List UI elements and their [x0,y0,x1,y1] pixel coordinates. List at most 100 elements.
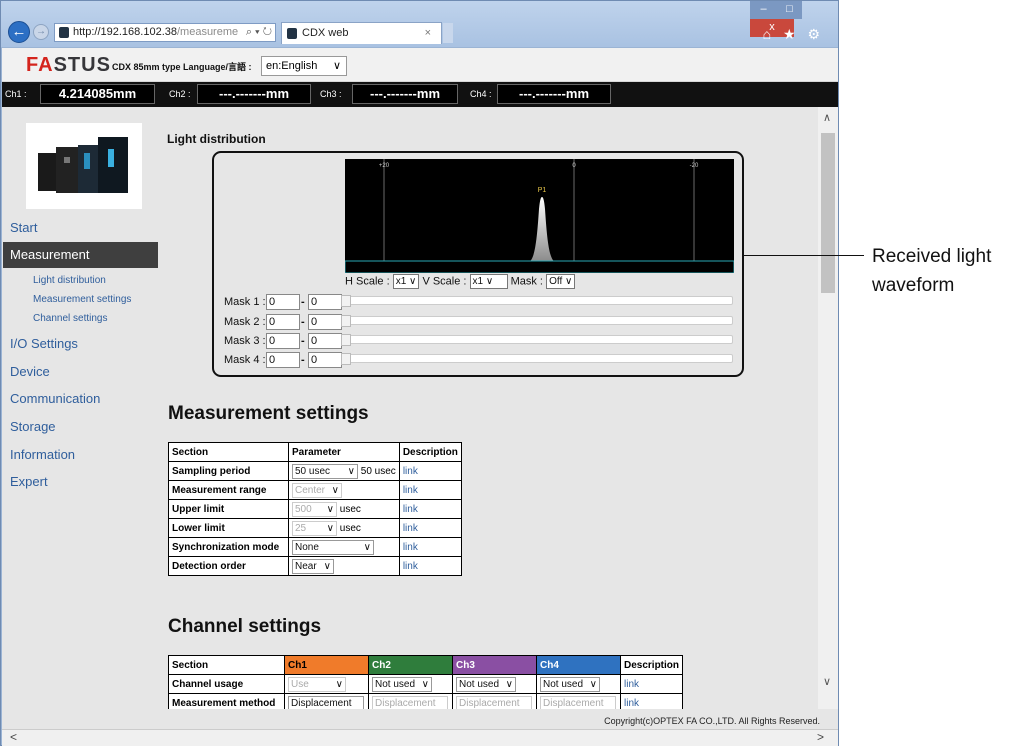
mask-row-1: Mask 1 : 0 - 0 [224,294,733,310]
minimize-button[interactable]: – [750,1,777,19]
sampling-period-select[interactable]: 50 usec ∨ [292,463,358,479]
copyright-footer: Copyright(c)OPTEX FA CO.,LTD. All Rights… [158,709,838,729]
mask2-slider[interactable] [341,315,733,327]
h-scale-select[interactable]: x1 ∨ [392,274,420,289]
ch4-label: Ch4 : [470,89,492,99]
scale-controls: H Scale : x1 ∨ V Scale : x1 ∨ Mask : Off… [345,274,576,289]
mask3-from-input[interactable]: 0 [266,333,300,349]
ch1-value: 4.214085mm [40,84,155,104]
ch4-usage-select[interactable]: Not used ∨ [540,676,600,692]
mask1-slider[interactable] [341,295,733,307]
browser-window: ← → http://192.168.102.38/measureme ⌕ ▾ … [0,0,839,746]
new-tab-button[interactable] [443,23,453,43]
mask3-to-input[interactable]: 0 [308,333,342,349]
favicon-icon [59,27,69,38]
page-header: FASTUS CDX 85mm type Language/言語 : en:En… [2,48,838,82]
measurement-range-select[interactable]: Center ∨ [292,482,342,498]
upper-limit-select[interactable]: 500 ∨ [292,501,337,517]
tab-cdx-web[interactable]: CDX web × [281,22,442,44]
mask1-from-input[interactable]: 0 [266,294,300,310]
link[interactable]: link [403,504,418,515]
waveform-display: +20 0 -20 P1 [344,159,735,274]
maximize-button[interactable]: □ [777,1,802,19]
sidebar-item-io-settings[interactable]: I/O Settings [10,336,78,351]
axis-tick-minus20: -20 [690,163,699,169]
sidebar-item-communication[interactable]: Communication [10,391,100,406]
link[interactable]: link [624,698,639,709]
mask4-from-input[interactable]: 0 [266,352,300,368]
ch1-method-select[interactable]: Displacement [288,695,364,709]
detection-order-select[interactable]: Near ∨ [292,558,334,574]
annotation-leader-line [742,255,864,256]
link[interactable]: link [403,485,418,496]
scroll-right-icon[interactable]: > [817,730,824,744]
scroll-left-icon[interactable]: < [10,730,17,744]
address-tools-icon[interactable]: ⌕ ▾ ↻ [243,24,272,41]
sidebar-item-expert[interactable]: Expert [10,474,48,489]
link[interactable]: link [403,466,418,477]
sidebar-item-start[interactable]: Start [10,220,37,235]
model-text: CDX 85mm type Language/言語 : [112,62,252,72]
annotation-label: Received light waveform [872,246,992,296]
tab-close-icon[interactable]: × [425,23,431,43]
language-select[interactable]: en:English ∨ [261,56,347,76]
link[interactable]: link [403,542,418,553]
ch2-usage-select[interactable]: Not used ∨ [372,676,432,692]
mask-row-3: Mask 3 : 0 - 0 [224,333,733,349]
link[interactable]: link [403,523,418,534]
mask-row-2: Mask 2 : 0 - 0 [224,314,733,330]
mask2-from-input[interactable]: 0 [266,314,300,330]
mask4-to-input[interactable]: 0 [308,352,342,368]
ch3-usage-select[interactable]: Not used ∨ [456,676,516,692]
title-bar: ← → http://192.168.102.38/measureme ⌕ ▾ … [1,1,838,47]
table-row: Sampling period 50 usec ∨ 50 usec link [168,461,462,481]
sidebar-item-measurement[interactable]: Measurement [3,242,158,268]
ch2-method-select[interactable]: Displacement [372,695,448,709]
ch3-method-select[interactable]: Displacement [456,695,532,709]
col-header-ch4: Ch4 [536,655,621,675]
link[interactable]: link [403,561,418,572]
synchronization-mode-select[interactable]: None ∨ [292,539,374,555]
back-button[interactable]: ← [8,21,30,43]
forward-button[interactable]: → [33,24,49,40]
mask-select[interactable]: Off ∨ [546,274,576,289]
sidebar-item-device[interactable]: Device [10,364,50,379]
mask2-to-input[interactable]: 0 [308,314,342,330]
sidebar-subitem-channel-settings[interactable]: Channel settings [33,313,108,324]
sidebar-item-information[interactable]: Information [10,447,75,462]
channel-settings-title: Channel settings [168,616,322,637]
table-row: Channel usage Use ∨ Not used ∨ Not used ∨ N… [168,674,684,694]
sidebar-subitem-measurement-settings[interactable]: Measurement settings [33,294,131,305]
ch4-value: ---.-------mm [497,84,611,104]
ch4-method-select[interactable]: Displacement [540,695,616,709]
chevron-down-icon: ∨ [332,60,341,72]
light-distribution-panel: +20 0 -20 P1 H Scale : x1 ∨ V Scale : x1… [212,151,744,377]
horizontal-scrollbar[interactable]: < > [2,729,838,746]
channel-bar: Ch1 : 4.214085mm Ch2 : ---.-------mm Ch3… [2,82,838,107]
ch3-value: ---.-------mm [352,84,458,104]
ch1-usage-select[interactable]: Use ∨ [288,676,346,692]
v-scale-select[interactable]: x1 ∨ [469,274,508,289]
home-favorites-settings-icon[interactable]: ⌂ ★ ⚙ [763,26,824,43]
vertical-scrollbar[interactable]: ∧ ∨ [818,107,838,709]
sidebar-item-storage[interactable]: Storage [10,419,56,434]
measurement-settings-table: Section Parameter Description Sampling p… [168,442,462,576]
address-bar[interactable]: http://192.168.102.38/measureme ⌕ ▾ ↻ [54,23,276,42]
tab-title: CDX web [302,27,349,39]
col-header: Description [619,655,684,675]
channel-settings-table: Section Ch1 Ch2 Ch3 Ch4 Description Chan… [168,655,684,709]
link[interactable]: link [624,679,639,690]
main-content: Light distribution +20 0 -20 P1 H Scale … [158,107,818,709]
axis-tick-zero: 0 [572,163,576,169]
light-distribution-title: Light distribution [167,132,266,146]
scroll-up-icon[interactable]: ∧ [823,111,831,124]
col-header: Description [398,442,462,462]
mask1-to-input[interactable]: 0 [308,294,342,310]
scroll-thumb[interactable] [821,133,835,293]
scroll-down-icon[interactable]: ∨ [823,675,831,688]
sidebar-subitem-light-distribution[interactable]: Light distribution [33,275,106,286]
mask3-slider[interactable] [341,334,733,346]
mask4-slider[interactable] [341,353,733,365]
lower-limit-select[interactable]: 25 ∨ [292,520,337,536]
col-header: Parameter [288,442,400,462]
